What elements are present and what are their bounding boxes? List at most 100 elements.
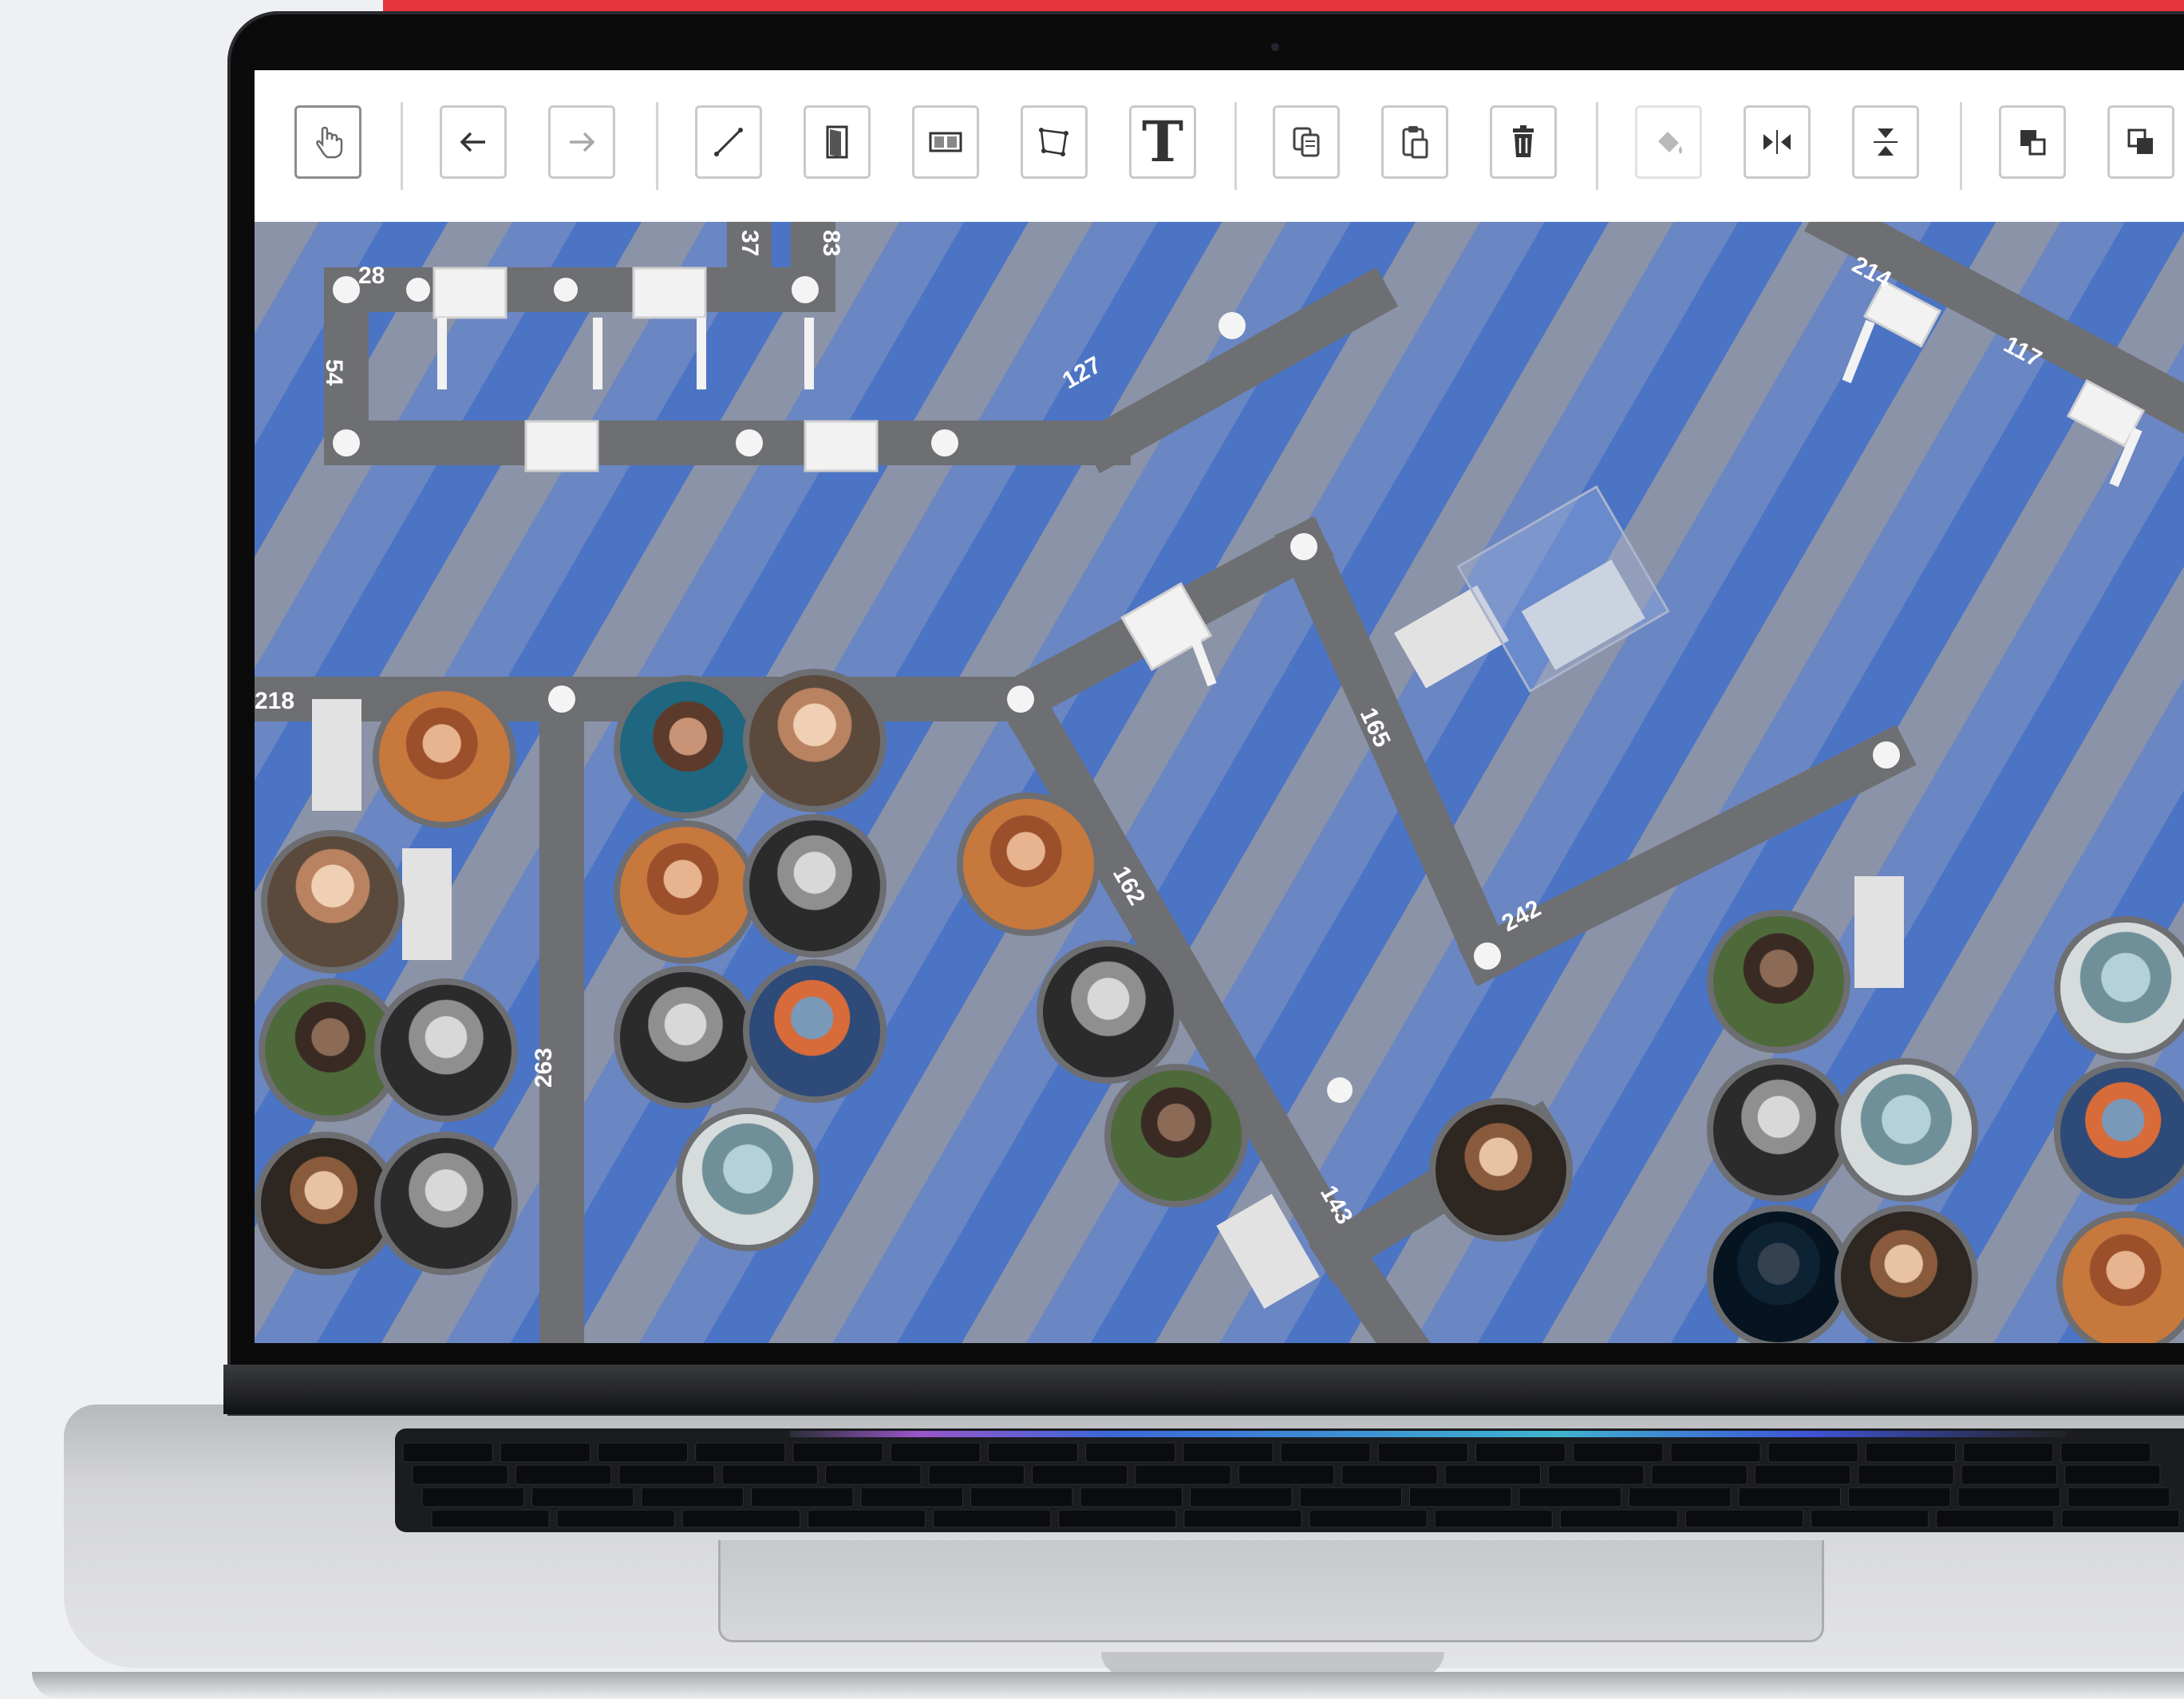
keyboard-key (1936, 1509, 2055, 1528)
avatar[interactable] (261, 830, 405, 974)
window-button[interactable] (912, 105, 979, 179)
avatar[interactable] (743, 959, 887, 1103)
keyboard-key (1811, 1509, 1929, 1528)
send-to-back-button[interactable] (2107, 105, 2174, 179)
send-to-back-icon (2127, 128, 2153, 154)
bring-to-front-icon (2020, 130, 2046, 156)
avatar[interactable] (1707, 910, 1850, 1053)
toolbar-separator (1234, 102, 1237, 190)
keyboard-key (431, 1509, 550, 1528)
keyboard-key (1961, 1464, 2058, 1485)
arrow-left-icon (460, 132, 485, 152)
avatar[interactable] (743, 814, 887, 958)
avatar[interactable] (957, 792, 1100, 936)
keyboard-key (1080, 1487, 1183, 1507)
avatar[interactable] (373, 685, 516, 828)
pointer-hand-icon (316, 126, 343, 159)
keyboard-key (1409, 1487, 1512, 1507)
fill-button[interactable] (1635, 105, 1702, 179)
draw-wall-button[interactable] (695, 105, 762, 179)
keyboard-key (1135, 1464, 1231, 1485)
keyboard-key (1341, 1464, 1438, 1485)
avatar[interactable] (1707, 1058, 1850, 1202)
keyboard-key (2064, 1464, 2161, 1485)
toolbar-separator (1960, 102, 1962, 190)
camera (1271, 43, 1279, 51)
avatar[interactable] (1834, 1058, 1978, 1202)
keyboard-key (1190, 1487, 1293, 1507)
keyboard-key (807, 1509, 926, 1528)
keyboard-key (641, 1487, 744, 1507)
avatar[interactable] (1707, 1205, 1850, 1343)
app-screen: T 28 54 37 83 127 214 117 218 165 162 24… (255, 70, 2184, 1343)
avatar[interactable] (1104, 1064, 1248, 1207)
keyboard-key (1629, 1487, 1732, 1507)
avatar[interactable] (614, 966, 757, 1109)
keyboard-key (1444, 1464, 1542, 1485)
pointer-button[interactable] (294, 105, 361, 179)
avatar[interactable] (1429, 1098, 1573, 1242)
keyboard-key (1738, 1487, 1841, 1507)
keyboard-key (412, 1464, 508, 1485)
keyboard-key (695, 1442, 786, 1463)
undo-button[interactable] (440, 105, 507, 179)
avatar[interactable] (614, 675, 757, 819)
keyboard-key (1963, 1442, 2054, 1463)
keyboard-key (890, 1442, 981, 1463)
avatar[interactable] (1834, 1205, 1978, 1343)
keyboard-key (2060, 1442, 2151, 1463)
avatar[interactable] (374, 1132, 518, 1275)
laptop-base (32, 1672, 2184, 1699)
keyboard-key (860, 1487, 963, 1507)
touch-bar (790, 1431, 2067, 1437)
redo-button[interactable] (548, 105, 615, 179)
keyboard-key (1684, 1509, 1804, 1528)
keyboard-key (1767, 1442, 1858, 1463)
avatar[interactable] (676, 1108, 819, 1251)
polygon-button[interactable] (1021, 105, 1088, 179)
keyboard-key (2061, 1509, 2180, 1528)
keyboard-key (556, 1509, 675, 1528)
window-icon (929, 132, 962, 152)
avatar[interactable] (374, 978, 518, 1122)
keyboard-key (1238, 1464, 1335, 1485)
dim-label-218: 218 (255, 688, 294, 714)
keyboard-key (721, 1464, 819, 1485)
keyboard-keys (402, 1442, 2180, 1528)
copy-button[interactable] (1273, 105, 1340, 179)
top-banner (383, 0, 2184, 11)
flip-horizontal-button[interactable] (1744, 105, 1811, 179)
dim-label-263: 263 (531, 1048, 557, 1088)
keyboard-key (1754, 1464, 1851, 1485)
keyboard-key (928, 1464, 1025, 1485)
avatar[interactable] (614, 820, 757, 964)
bring-to-front-button[interactable] (1999, 105, 2066, 179)
keyboard-key (421, 1487, 524, 1507)
flip-horizontal-icon (1763, 130, 1791, 154)
avatar[interactable] (743, 669, 887, 812)
keyboard-key (1085, 1442, 1176, 1463)
product-mockup: T 28 54 37 83 127 214 117 218 165 162 24… (0, 0, 2184, 1699)
keyboard-key (1309, 1509, 1428, 1528)
keyboard-key (1183, 1442, 1274, 1463)
dim-label-54: 54 (321, 359, 347, 386)
polygon-icon (1039, 128, 1068, 156)
keyboard-key (1299, 1487, 1402, 1507)
door-button[interactable] (804, 105, 871, 179)
keyboard-key (987, 1442, 1079, 1463)
floorplan-canvas[interactable]: 28 54 37 83 127 214 117 218 175 165 162 … (255, 222, 2184, 1343)
keyboard-key (402, 1442, 493, 1463)
keyboard-key (792, 1442, 883, 1463)
keyboard-key (1183, 1509, 1302, 1528)
text-button[interactable]: T (1129, 105, 1196, 179)
keyboard-key (1058, 1509, 1177, 1528)
keyboard-key (681, 1509, 800, 1528)
keyboard-key (1651, 1464, 1748, 1485)
keyboard-key (2067, 1487, 2170, 1507)
arrow-right-icon (570, 132, 595, 152)
flip-vertical-button[interactable] (1852, 105, 1919, 179)
copy-icon (1293, 127, 1320, 157)
delete-button[interactable] (1490, 105, 1557, 179)
avatar[interactable] (1037, 940, 1180, 1084)
paste-button[interactable] (1381, 105, 1448, 179)
